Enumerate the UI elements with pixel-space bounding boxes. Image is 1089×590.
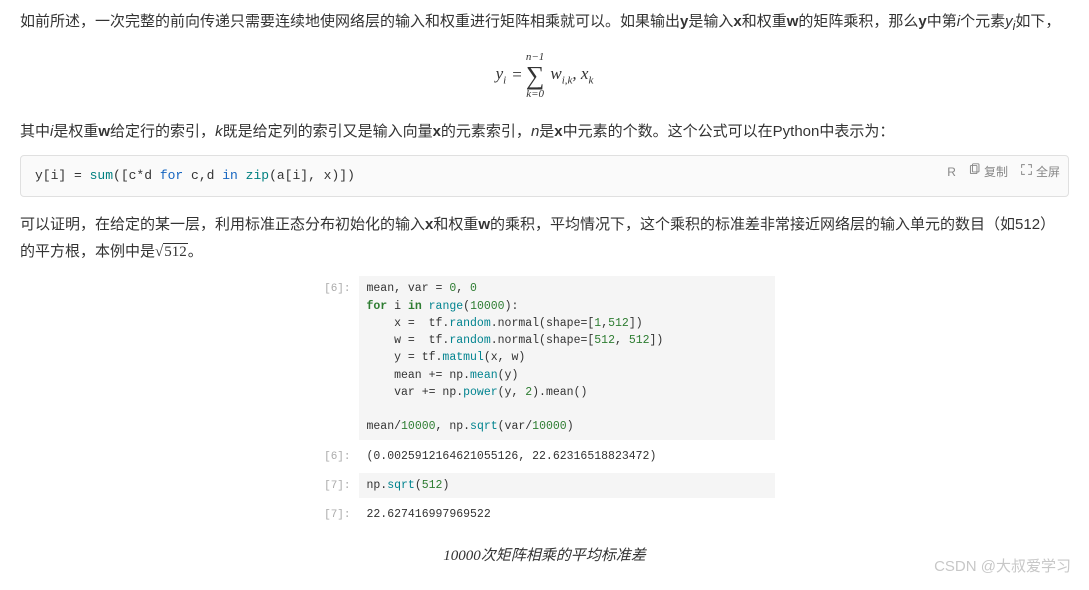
italic-k: k [215,123,223,140]
text: 是输入 [688,13,733,30]
jupyter-block: [6]: mean, var = 0, 0 for i in range(100… [315,276,775,527]
paragraph-2: 其中i是权重w给定行的索引，k既是给定列的索引又是输入向量x的元素索引，n是x中… [20,118,1069,145]
display-equation: yi = n−1 ∑ k=0 wi,k, xk [20,52,1069,100]
watermark: CSDN @大叔爱学习 [934,553,1071,580]
text: 是权重 [53,123,98,140]
jupyter-prompt: [6]: [315,276,359,300]
code-content: y[i] = sum([c*d for c,d in zip(a[i], x)]… [21,156,1068,197]
fullscreen-icon [1020,162,1033,184]
jupyter-code: np.sqrt(512) [359,473,775,498]
text: 可以证明，在给定的某一层，利用标准正态分布初始化的输入 [20,216,425,233]
text: 其中 [20,123,50,140]
bold-x: x [733,13,741,30]
jupyter-output-cell: [6]: (0.0025912164621055126, 22.62316518… [315,444,775,469]
jupyter-output-cell: [7]: 22.627416997969522 [315,502,775,527]
bold-x: x [554,123,562,140]
text: 如前所述，一次完整的前向传递只需要连续地使网络层的输入和权重进行矩阵相乘就可以。… [20,13,680,30]
text: 中第 [927,13,957,30]
jupyter-prompt: [6]: [315,444,359,468]
sqrt-expression: √512 [155,243,188,260]
bold-w: w [478,216,490,233]
jupyter-output: 22.627416997969522 [359,502,775,527]
jupyter-code: mean, var = 0, 0 for i in range(10000): … [359,276,775,439]
text: 给定行的索引， [110,123,215,140]
text: 如下， [1015,13,1060,30]
figure-caption: 10000次矩阵相乘的平均标准差 [20,543,1069,570]
paragraph-3: 可以证明，在给定的某一层，利用标准正态分布初始化的输入x和权重w的乘积，平均情况… [20,211,1069,266]
jupyter-input-cell: [6]: mean, var = 0, 0 for i in range(100… [315,276,775,439]
text: 个元素 [960,13,1005,30]
code-block: R 复制 全屏 y[i] = sum([c*d for c,d in zip(a… [20,155,1069,198]
text: 的元素索引， [441,123,531,140]
jupyter-output: (0.0025912164621055126, 22.6231651882347… [359,444,775,469]
bold-y: y [918,13,926,30]
fullscreen-button[interactable]: 全屏 [1020,162,1060,184]
copy-icon [968,162,981,184]
jupyter-prompt: [7]: [315,502,359,526]
jupyter-prompt: [7]: [315,473,359,497]
text: 。 [188,243,203,260]
text: 和权重 [742,13,787,30]
text: 中元素的个数。这个公式可以在Python中表示为： [563,123,895,140]
inline-math: yi [1005,13,1015,30]
code-toolbar: R 复制 全屏 [947,162,1060,184]
jupyter-input-cell: [7]: np.sqrt(512) [315,473,775,498]
copy-button[interactable]: 复制 [968,162,1008,184]
text: 的矩阵乘积，那么 [798,13,918,30]
text: 是 [539,123,554,140]
text: 既是给定列的索引又是输入向量 [223,123,433,140]
language-label: R [947,162,956,184]
bold-w: w [787,13,799,30]
bold-w: w [98,123,110,140]
text: 和权重 [433,216,478,233]
bold-x: x [433,123,441,140]
paragraph-1: 如前所述，一次完整的前向传递只需要连续地使网络层的输入和权重进行矩阵相乘就可以。… [20,8,1069,38]
